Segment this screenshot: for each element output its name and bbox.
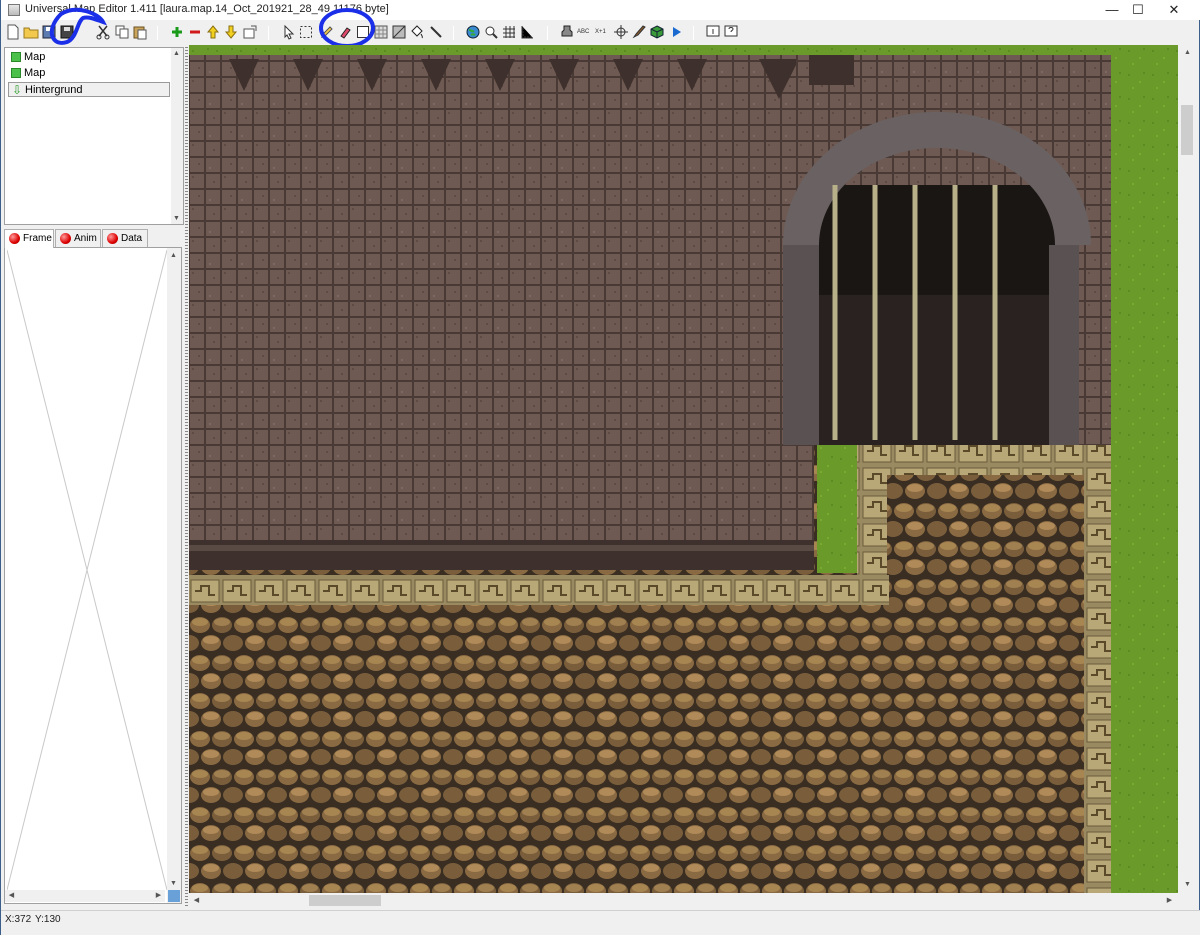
app-window: Universal Map Editor 1.411 [laura.map.14… (0, 0, 1200, 935)
cube-icon[interactable] (649, 24, 665, 41)
layer-item-selected[interactable]: ⇩ Hintergrund (8, 82, 170, 97)
text-tool-button[interactable]: ABC (577, 24, 593, 41)
info-icon[interactable] (705, 24, 721, 41)
frame-scrollbar[interactable]: ▲ ▼ (167, 248, 181, 903)
scroll-up-icon[interactable]: ▲ (168, 250, 179, 261)
status-bar: X:372 Y:130 (1, 910, 1200, 935)
scroll-corner (168, 890, 180, 902)
grid-icon[interactable] (501, 24, 517, 41)
toolbar-separator (268, 26, 269, 40)
toolbar-separator (547, 26, 548, 40)
map-canvas[interactable] (189, 45, 1178, 893)
increment-button[interactable]: X+1 (595, 24, 611, 41)
layer-label: Hintergrund (25, 84, 83, 96)
open-folder-icon[interactable] (23, 24, 39, 41)
line-tool-icon[interactable] (428, 24, 444, 41)
empty-placeholder-cross (7, 250, 167, 890)
layer-item[interactable]: Map (8, 66, 170, 81)
toolbar-separator (453, 26, 454, 40)
bucket-fill-icon[interactable] (409, 24, 425, 41)
select-rect-icon[interactable] (298, 24, 314, 41)
brush-icon[interactable] (631, 24, 647, 41)
play-icon[interactable] (668, 24, 684, 41)
copy-icon[interactable] (114, 24, 130, 41)
paste-icon[interactable] (132, 24, 148, 41)
layer-visible-icon (11, 52, 21, 62)
help-icon[interactable] (723, 24, 739, 41)
red-dot-icon (60, 233, 71, 244)
ruler-icon[interactable] (519, 24, 535, 41)
scroll-down-icon[interactable]: ▼ (168, 878, 179, 889)
toolbar-separator (157, 26, 158, 40)
close-button[interactable]: ✕ (1151, 0, 1197, 20)
scroll-right-icon[interactable]: ▶ (1164, 895, 1175, 906)
move-up-icon[interactable] (205, 24, 221, 41)
scroll-left-icon[interactable]: ◀ (6, 890, 17, 901)
globe-icon[interactable] (465, 24, 481, 41)
scroll-down-icon[interactable]: ▼ (1182, 879, 1193, 890)
toolbar: ABC X+1 (1, 7, 1200, 48)
map-vertical-scrollbar[interactable]: ▲ ▼ (1179, 45, 1196, 893)
layer-label: Map (24, 51, 46, 63)
layer-scrollbar[interactable]: ▲ ▼ (171, 48, 183, 224)
layer-label: Map (24, 67, 46, 79)
layer-visible-icon (11, 68, 21, 78)
cursor-y: Y:130 (35, 914, 61, 925)
scroll-right-icon[interactable]: ▶ (153, 890, 164, 901)
layer-properties-icon[interactable] (242, 24, 258, 41)
map-horizontal-scrollbar[interactable]: ◀ ▶ (189, 893, 1178, 908)
crosshair-icon[interactable] (613, 24, 629, 41)
scroll-up-icon[interactable]: ▲ (1182, 47, 1193, 58)
grid-fill-icon[interactable] (391, 24, 407, 41)
red-dot-icon (107, 233, 118, 244)
remove-icon[interactable] (187, 24, 203, 41)
scroll-down-icon[interactable]: ▼ (171, 213, 182, 224)
app-icon (8, 4, 20, 16)
frame-hscrollbar[interactable]: ◀ ▶ (5, 890, 165, 902)
scroll-thumb[interactable] (309, 895, 381, 906)
cursor-x: X:372 (5, 914, 32, 925)
add-icon[interactable] (169, 24, 185, 41)
tab-data[interactable]: Data (102, 229, 148, 247)
move-down-icon[interactable] (223, 24, 239, 41)
pointer-icon[interactable] (281, 24, 297, 41)
new-file-icon[interactable] (5, 24, 21, 41)
zoom-icon[interactable] (483, 24, 499, 41)
tab-strip: Frame Anim Data (4, 229, 184, 248)
tab-frame[interactable]: Frame (4, 229, 54, 248)
save-annotation-circle (49, 7, 107, 45)
tab-anim[interactable]: Anim (55, 229, 101, 247)
scroll-thumb[interactable] (1181, 105, 1193, 155)
layer-list: Map Map ⇩ Hintergrund ▲ ▼ (4, 47, 184, 225)
scroll-left-icon[interactable]: ◀ (191, 895, 202, 906)
toolbar-separator (693, 26, 694, 40)
stamp-icon[interactable] (559, 24, 575, 41)
splitter[interactable] (185, 47, 188, 907)
tile-map[interactable] (189, 45, 1178, 893)
arrow-down-icon: ⇩ (12, 83, 23, 97)
red-dot-icon (9, 233, 20, 244)
title-bar: Universal Map Editor 1.411 [laura.map.14… (1, 0, 1200, 20)
scroll-up-icon[interactable]: ▲ (171, 48, 182, 59)
frame-preview-panel: ▲ ▼ ◀ ▶ (4, 247, 182, 904)
layer-item[interactable]: Map (8, 50, 170, 65)
